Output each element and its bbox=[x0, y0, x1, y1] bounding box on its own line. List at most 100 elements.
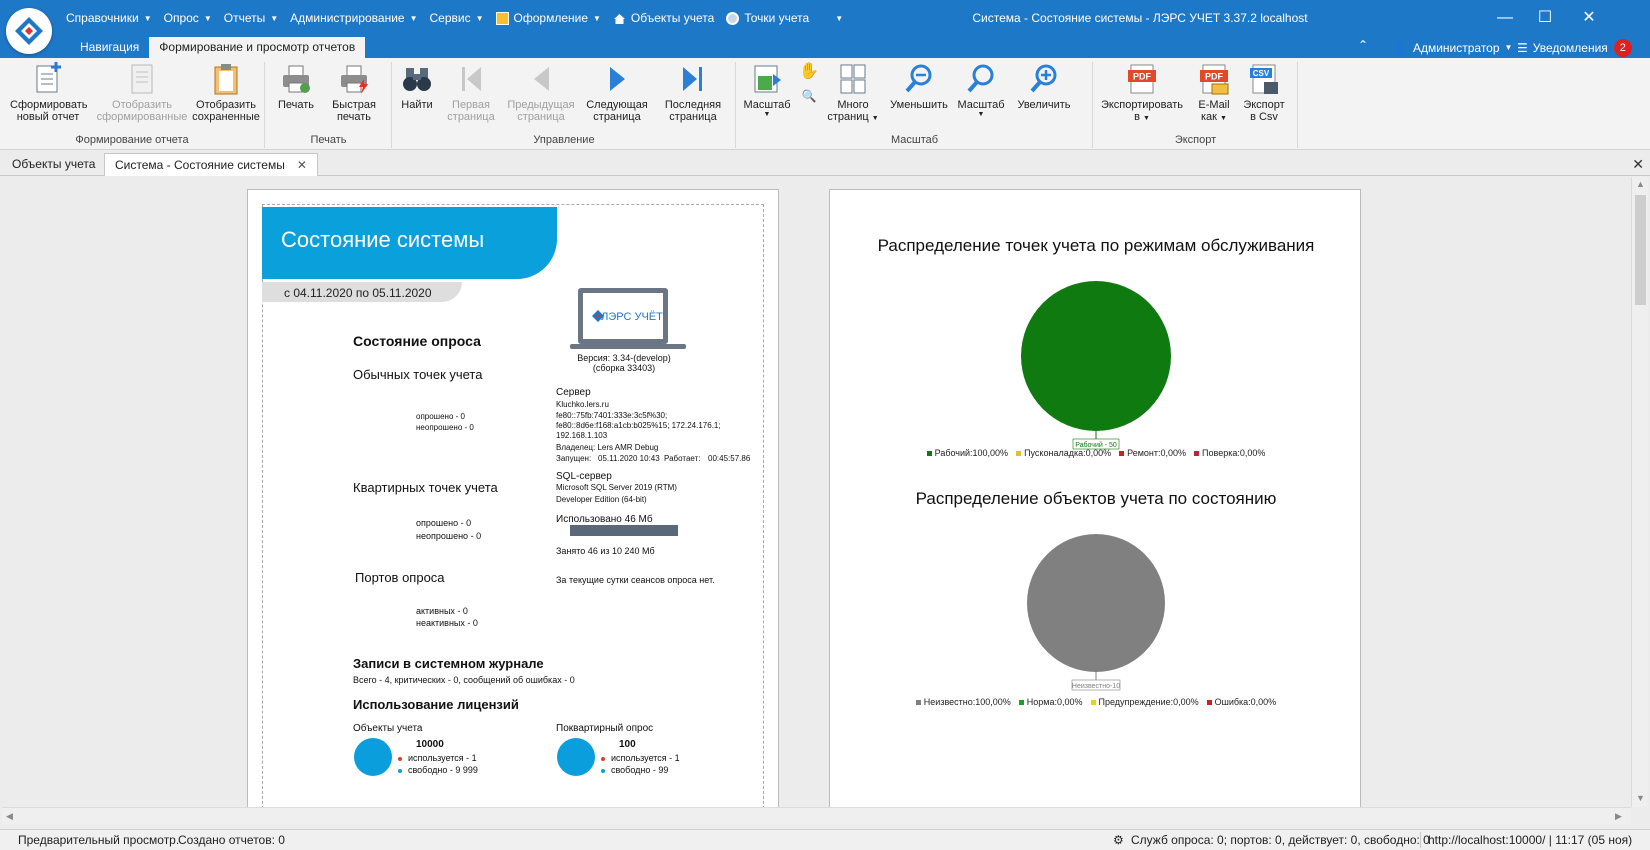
prev-page-button[interactable]: Предыдущая страница bbox=[505, 62, 577, 123]
vertical-scrollbar[interactable]: ▲ ▼ bbox=[1631, 177, 1648, 807]
menu-metering-points[interactable]: Точки учета bbox=[720, 11, 815, 25]
chart1-title: Распределение точек учета по режимам обс… bbox=[877, 236, 1315, 255]
email-pdf-icon: PDF bbox=[1198, 62, 1230, 96]
menu-accounting-objects[interactable]: Объекты учета bbox=[607, 11, 720, 25]
first-page-button[interactable]: Первая страница bbox=[441, 62, 501, 123]
used-dot bbox=[601, 756, 605, 761]
new-report-button[interactable]: Сформировать новый отчет bbox=[10, 62, 88, 123]
last-page-button[interactable]: Последняя страница bbox=[657, 62, 729, 123]
find-button[interactable]: Найти bbox=[397, 62, 437, 111]
status-created: Создано отчетов: 0 bbox=[178, 833, 285, 847]
scale-dropdown-label: Масштаб bbox=[743, 99, 791, 111]
ribbon-group-control: Найти Первая страница Предыдущая страниц… bbox=[393, 62, 736, 148]
chart2-pie: Неизвестно-10 bbox=[1027, 534, 1165, 691]
many-pages-label-2-wrap: страниц ▼ bbox=[825, 111, 881, 125]
menu-directories[interactable]: Справочники ▼ bbox=[60, 11, 158, 25]
chevron-down-icon: ▼ bbox=[1142, 115, 1150, 122]
prev-page-label-1: Предыдущая bbox=[507, 99, 575, 111]
horizontal-scrollbar[interactable]: ◀ ▶ bbox=[2, 807, 1631, 824]
server-line-4: 192.168.1.103 bbox=[556, 431, 608, 440]
next-page-label-1: Следующая bbox=[586, 99, 648, 111]
pie-slice-неизвестно bbox=[1027, 534, 1165, 672]
many-pages-button[interactable]: Много страниц ▼ bbox=[825, 62, 881, 125]
minimize-button[interactable]: — bbox=[1490, 6, 1520, 30]
doc-tab-accounting-objects[interactable]: Объекты учета bbox=[2, 153, 107, 176]
email-as-label-2: как bbox=[1201, 111, 1217, 123]
doc-tab-system-state[interactable]: Система - Состояние системы ✕ bbox=[104, 153, 318, 176]
legend-item: Норма:0,00% bbox=[1018, 697, 1083, 707]
chevron-down-icon: ▼ bbox=[835, 13, 844, 23]
close-tab-icon[interactable]: ✕ bbox=[297, 158, 307, 172]
palette-icon bbox=[495, 11, 509, 25]
version: Версия: 3.34-(develop) bbox=[577, 353, 671, 363]
export-to-button[interactable]: PDF Экспортировать в ▼ bbox=[1098, 62, 1186, 125]
legend-swatch bbox=[1206, 699, 1212, 705]
menu-service[interactable]: Сервис ▼ bbox=[424, 11, 490, 25]
scale-button[interactable]: Масштаб ▼ bbox=[955, 62, 1007, 119]
server-line-5: Владелец: Lers AMR Debug bbox=[556, 443, 659, 452]
close-document-button[interactable]: ✕ bbox=[1632, 156, 1644, 173]
prev-page-icon bbox=[525, 62, 557, 96]
menu-appearance[interactable]: Оформление ▼ bbox=[490, 11, 607, 25]
lic-objects-free: свободно - 9 999 bbox=[408, 765, 478, 775]
tab-navigation[interactable]: Навигация bbox=[70, 37, 149, 58]
find-label: Найти bbox=[401, 99, 433, 111]
chevron-down-icon: ▼ bbox=[1504, 43, 1513, 52]
maximize-button[interactable]: ☐ bbox=[1530, 6, 1560, 30]
quick-print-button[interactable]: Быстрая печать bbox=[322, 62, 386, 123]
export-to-label-2-wrap: в ▼ bbox=[1098, 111, 1186, 125]
legend-label: Неизвестно:100,00% bbox=[923, 697, 1011, 707]
menu-administration[interactable]: Администрирование ▼ bbox=[284, 11, 423, 25]
menu-overflow[interactable]: ▼ bbox=[815, 14, 849, 23]
notifications-button[interactable]: ☰ Уведомления 2 bbox=[1517, 37, 1632, 58]
app-logo[interactable] bbox=[6, 8, 52, 54]
scroll-down-icon[interactable]: ▼ bbox=[1636, 793, 1645, 803]
first-page-label-2: страница bbox=[447, 111, 495, 123]
first-page-label-1: Первая bbox=[452, 99, 490, 111]
show-saved-button[interactable]: Отобразить сохраненные bbox=[190, 62, 262, 123]
scroll-up-icon[interactable]: ▲ bbox=[1636, 179, 1645, 189]
export-csv-button[interactable]: CSV Экспорт в Csv bbox=[1238, 62, 1290, 123]
menu-service-label: Сервис bbox=[429, 11, 471, 25]
ribbon-group-print: Печать Быстрая печать Печать bbox=[266, 62, 392, 148]
chevron-up-icon: ⌃ bbox=[1358, 38, 1369, 52]
zoom-out-button[interactable]: Уменьшить bbox=[887, 62, 951, 111]
sessions-note: За текущие сутки сеансов опроса нет. bbox=[556, 575, 715, 585]
legend-label: Предупреждение:0,00% bbox=[1098, 697, 1199, 707]
scale-dropdown-button[interactable]: Масштаб ▼ bbox=[741, 62, 793, 119]
legend-swatch bbox=[1194, 450, 1200, 456]
scroll-right-icon[interactable]: ▶ bbox=[1615, 811, 1622, 822]
works-label: Работает: bbox=[664, 454, 701, 463]
show-formed-label-1: Отобразить bbox=[112, 99, 172, 111]
report-preview[interactable]: Состояние системы с 04.11.2020 по 05.11.… bbox=[2, 177, 1629, 807]
next-page-button[interactable]: Следующая страница bbox=[581, 62, 653, 123]
db-used: Использовано 46 Мб bbox=[556, 514, 653, 525]
scroll-left-icon[interactable]: ◀ bbox=[6, 811, 13, 822]
email-as-button[interactable]: PDF E-Mail как ▼ bbox=[1194, 62, 1234, 125]
regular-unpolled: неопрошено - 0 bbox=[416, 423, 474, 432]
menu-administration-label: Администрирование bbox=[290, 11, 405, 25]
user-menu[interactable]: 👤 Администратор ▼ bbox=[1393, 37, 1512, 58]
print-button[interactable]: Печать bbox=[274, 62, 318, 111]
vertical-scroll-thumb[interactable] bbox=[1635, 195, 1646, 305]
poll-status-heading: Состояние опроса bbox=[353, 333, 481, 349]
close-window-button[interactable]: ✕ bbox=[1574, 6, 1604, 30]
show-formed-button[interactable]: Отобразить сформированные bbox=[96, 62, 188, 123]
menu-reports[interactable]: Отчеты ▼ bbox=[218, 11, 284, 25]
ports-inactive: неактивных - 0 bbox=[416, 618, 478, 628]
menu-polling[interactable]: Опрос ▼ bbox=[158, 11, 218, 25]
sql-line-1: Microsoft SQL Server 2019 (RTM) bbox=[556, 483, 677, 492]
free-dot bbox=[398, 768, 402, 773]
legend-label: Рабочий:100,00% bbox=[934, 448, 1009, 458]
legend-label: Поверка:0,00% bbox=[1202, 448, 1266, 458]
ribbon-group-control-label: Управление bbox=[533, 134, 595, 146]
chevron-down-icon: ▼ bbox=[763, 111, 771, 118]
zoom-in-button[interactable]: Увеличить bbox=[1013, 62, 1075, 111]
hand-tool-button[interactable]: ✋ 🔍 bbox=[797, 62, 821, 102]
menu-reports-label: Отчеты bbox=[223, 11, 266, 25]
legend-swatch bbox=[1090, 699, 1096, 705]
status-divider bbox=[1420, 832, 1421, 848]
collapse-ribbon-button[interactable]: ⌃ bbox=[1358, 38, 1368, 52]
tab-reports-view[interactable]: Формирование и просмотр отчетов bbox=[149, 37, 366, 58]
menu-metering-points-label: Точки учета bbox=[744, 11, 810, 25]
